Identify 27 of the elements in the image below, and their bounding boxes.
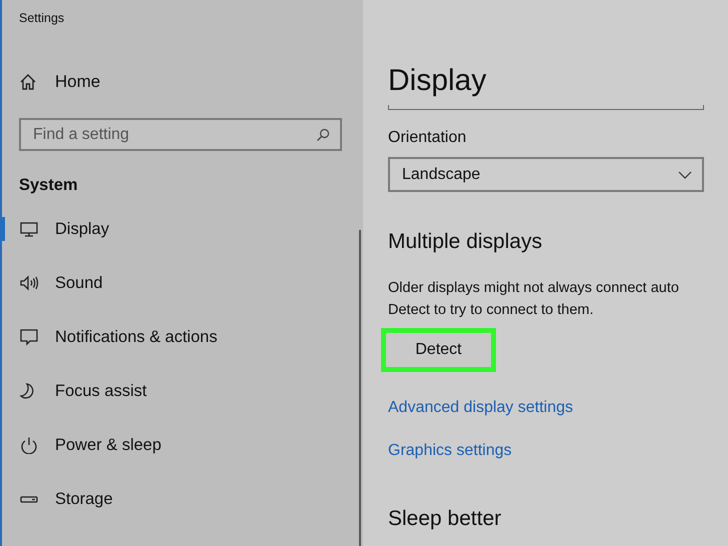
- search-field[interactable]: Find a setting: [19, 118, 342, 151]
- nav-item[interactable]: Display: [2, 217, 110, 241]
- home-link[interactable]: Home: [19, 72, 100, 92]
- settings-link[interactable]: Graphics settings: [388, 442, 512, 460]
- home-icon: [19, 73, 37, 91]
- nav-item[interactable]: Notifications & actions: [2, 325, 218, 349]
- notify-icon: [19, 328, 39, 346]
- section-heading: System: [19, 176, 78, 195]
- nav-item[interactable]: Power & sleep: [2, 433, 162, 457]
- nav-item[interactable]: Storage: [2, 487, 113, 511]
- nav-item[interactable]: Sound: [2, 271, 103, 295]
- display-icon: [19, 220, 39, 238]
- description-text: Older displays might not always connect auto: [388, 279, 679, 298]
- field-label: Orientation: [388, 129, 466, 147]
- detect-button[interactable]: Detect: [386, 333, 491, 367]
- power-icon: [19, 436, 39, 454]
- sound-icon: [19, 274, 39, 292]
- page-title: Display: [388, 63, 486, 99]
- settings-link[interactable]: Advanced display settings: [388, 399, 573, 417]
- search-icon: [316, 128, 330, 142]
- orientation-dropdown[interactable]: Landscape: [388, 157, 704, 192]
- window-title: Settings: [19, 11, 66, 27]
- chevron-icon: [678, 170, 692, 178]
- description-text: Detect to try to connect to them.: [388, 301, 595, 320]
- section-heading: Multiple displays: [388, 230, 542, 254]
- section-heading: Sleep better: [388, 507, 502, 531]
- nav-item[interactable]: Focus assist: [2, 379, 147, 403]
